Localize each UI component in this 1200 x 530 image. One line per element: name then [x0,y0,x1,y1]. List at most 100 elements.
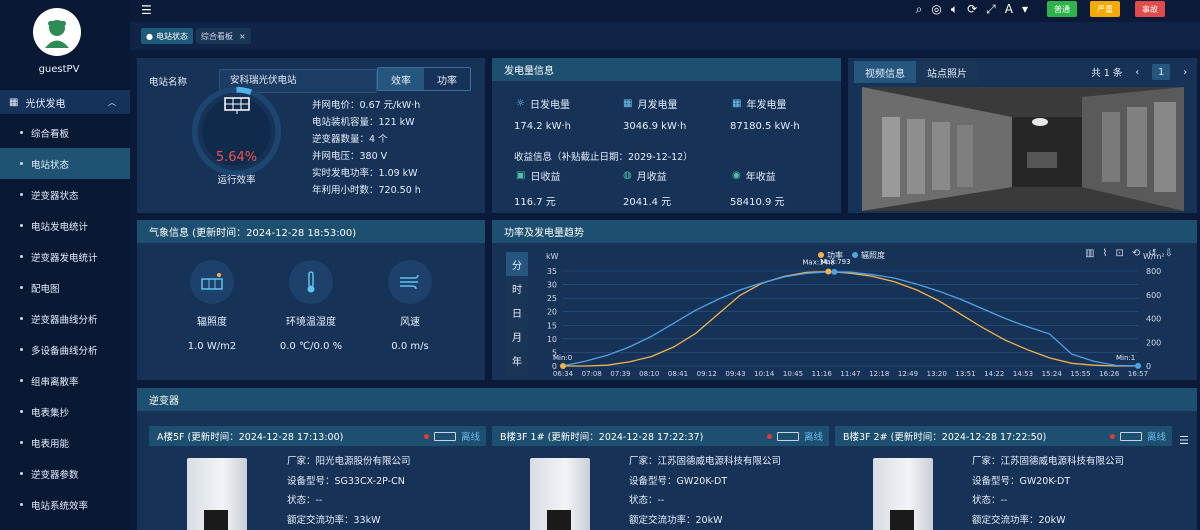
sidebar-item-station-status[interactable]: 电站状态 [0,148,130,179]
stat-realtime-power: 实时发电功率：1.09 kW [312,168,418,179]
offline-label: 离线 [460,432,480,443]
plug-icon [433,431,456,441]
tab-label: 电站状态 [155,31,188,41]
camera-feed[interactable] [862,87,1184,211]
sidebar-item-multi-device-curve[interactable]: 多设备曲线分析 [0,334,130,365]
x-tick: 09:43 [725,370,745,378]
y-axis-label-right: W/m² [1143,252,1165,261]
sidebar-item-distribution-diagram[interactable]: 配电图 [0,272,130,303]
bullet-icon [20,410,23,413]
help-icon[interactable]: ◎ [931,2,941,17]
inverter-state: 状态：-- [629,495,665,506]
switchgear-room-image [862,87,1184,211]
avatar[interactable] [33,8,81,56]
y-tick-right: 400 [1146,315,1161,324]
sidebar-item-station-gen-stats[interactable]: 电站发电统计 [0,210,130,241]
list-menu-icon[interactable]: ☰ [1179,434,1189,447]
y-tick-right: 800 [1146,267,1161,276]
inverter-vendor: 厂家：江苏固德威电源科技有限公司 [972,456,1125,467]
monthly-gen-value: 3046.9 kW·h [623,121,687,132]
x-tick: 11:16 [812,370,833,378]
sidebar-item-inverter-gen-stats[interactable]: 逆变器发电统计 [0,241,130,272]
y-tick-left: 10 [547,335,557,344]
menu-toggle-icon[interactable]: ☰ [141,3,152,17]
sidebar-item-string-dispersion[interactable]: 组串离散率 [0,365,130,396]
next-page-icon[interactable]: › [1183,67,1187,78]
close-icon[interactable]: × [239,32,246,41]
inverter-rated-power: 额定交流功率：33kW [287,514,381,526]
tab-hour[interactable]: 时 [506,276,528,300]
x-tick: 08:41 [668,370,688,378]
annotation-min-power: Min:0 [553,354,572,362]
inverter-header-b3f-2[interactable]: B楼3F 2# (更新时间：2024-12-28 17:22:50) 离线 [835,426,1172,446]
efficiency-value: 5.64% [215,150,258,165]
inverter-vendor: 厂家：江苏固德威电源科技有限公司 [629,456,782,467]
prev-page-icon[interactable]: ‹ [1135,67,1139,78]
tab-year[interactable]: 年 [506,348,528,372]
sidebar-item-label: 配电图 [31,283,60,295]
yearly-income-label: ◉ 年收益 [732,168,776,183]
menu-group-pv[interactable]: ▦ 光伏发电 ︿ [0,90,130,114]
x-tick: 12:18 [869,370,889,378]
sidebar-item-label: 电表集抄 [31,407,70,419]
tab-month[interactable]: 月 [506,324,528,348]
fullscreen-icon[interactable]: ⤢ [986,2,996,17]
tab-station-status[interactable]: ● 电站状态 [141,28,193,44]
volume-icon[interactable]: 🔈︎ [951,2,958,17]
bullet-icon [20,193,23,196]
sidebar-item-label: 电站系统效率 [31,500,89,512]
refresh-icon[interactable]: ⟳ [967,2,977,17]
x-tick: 07:08 [582,370,602,378]
yearly-gen-value: 87180.5 kW·h [730,121,800,132]
x-tick: 08:10 [639,370,659,378]
tab-site-photos[interactable]: 站点照片 [916,61,978,83]
tab-day[interactable]: 日 [506,300,528,324]
font-size-icon[interactable]: A [1005,2,1013,17]
alarm-badge-accident[interactable]: 事故 [1135,1,1165,17]
sidebar-item-inverter-params[interactable]: 逆变器参数 [0,458,130,489]
daily-income-value: 116.7 元 [514,197,556,208]
trend-period-tabs: 分 时 日 月 年 [506,252,528,376]
alarm-badge-normal[interactable]: 普通 [1047,1,1077,17]
weather-wind: 风速 0.0 m/s [370,260,450,352]
temperature-humidity-value: 0.0 ℃/0.0 % [279,341,343,352]
inverter-model: 设备型号：GW20K-DT [972,475,1071,487]
monthly-income-label-text: 月收益 [636,172,667,183]
sidebar-item-inverter-curve[interactable]: 逆变器曲线分析 [0,303,130,334]
x-tick: 15:24 [1042,370,1063,378]
weather-temperature: 环境温湿度 0.0 ℃/0.0 % [271,260,351,352]
tab-video-info[interactable]: 视频信息 [854,61,916,83]
tab-minute[interactable]: 分 [506,252,528,276]
trend-chart[interactable]: 353025201510508006004002000kW W/m²06:34 07… [528,244,1188,380]
theme-shirt-icon[interactable]: ▾ [1022,2,1028,17]
sidebar: guestPV ▦ 光伏发电 ︿ 综合看板 电站状态 逆变器状态 电站发电统计 … [0,0,130,530]
tab-dashboard[interactable]: 综合看板 × [196,28,251,44]
station-name-label: 电站名称 [149,77,188,88]
inverter-header-b3f-1[interactable]: B楼3F 1# (更新时间：2024-12-28 17:22:37) 离线 [492,426,829,446]
calendar-icon: ▦ [623,98,633,109]
sidebar-item-system-efficiency[interactable]: 电站系统效率 [0,489,130,520]
sidebar-item-meter-energy[interactable]: 电表用能 [0,427,130,458]
sidebar-item-dashboard[interactable]: 综合看板 [0,117,130,148]
min-irradiance-point [1135,362,1141,369]
toggle-efficiency[interactable]: 效率 [378,68,424,90]
alarm-badge-severe[interactable]: 严重 [1090,1,1120,17]
daily-income-label: ▣ 日收益 [516,168,560,183]
current-page[interactable]: 1 [1152,64,1171,80]
x-tick: 13:51 [955,370,975,378]
pager-total: 共 1 条 [1091,68,1123,79]
y-tick-left: 30 [547,281,557,290]
sidebar-item-label: 综合看板 [31,128,70,140]
legend-label-irradiance: 辐照度 [861,250,885,260]
x-tick: 09:12 [697,370,717,378]
inverter-status: 离线 [766,429,823,443]
sidebar-item-label: 逆变器发电统计 [31,252,98,264]
monthly-gen-label: ▦ 月发电量 [623,96,677,111]
sidebar-item-inverter-status[interactable]: 逆变器状态 [0,179,130,210]
x-tick: 10:45 [783,370,803,378]
search-icon[interactable]: ⌕ [916,2,923,17]
inverter-status: 离线 [1109,429,1166,443]
sidebar-item-meter-reading[interactable]: 电表集抄 [0,396,130,427]
toggle-power[interactable]: 功率 [424,68,470,90]
inverter-header-a5f[interactable]: A楼5F (更新时间：2024-12-28 17:13:00) 离线 [149,426,486,446]
